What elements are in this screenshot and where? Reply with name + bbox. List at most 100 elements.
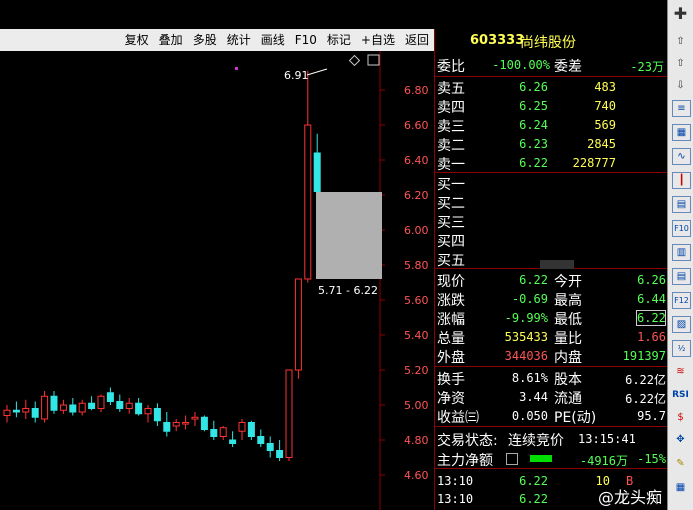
candle-body (31, 408, 39, 418)
plus-icon[interactable]: ✚ (672, 6, 689, 22)
arrow-down-icon[interactable]: ⇩ (672, 78, 689, 93)
f12-icon[interactable]: F12 (672, 292, 691, 309)
candle-body (247, 422, 255, 437)
candle-body (50, 395, 58, 411)
doc-icon[interactable]: ▥ (672, 244, 691, 261)
candle-body (229, 439, 237, 444)
main-flow-value: -4916万 (579, 454, 628, 468)
candle-body (257, 436, 265, 444)
tick-price: 6.22 (519, 474, 548, 488)
grid-icon[interactable]: ▦ (672, 124, 691, 141)
candle-body (69, 404, 77, 413)
wave-icon[interactable]: ≋ (672, 364, 689, 379)
main-flow-label: 主力净额 (437, 453, 493, 469)
marker-dot (235, 67, 238, 70)
range-box (316, 192, 382, 279)
main-flow-bar (530, 455, 552, 462)
zuidi-value: 6.22 (636, 310, 666, 326)
divider-4 (435, 366, 667, 367)
rsi-icon[interactable]: RSI (672, 388, 689, 403)
right-toolbar: ✚ ⇧ ⇧ ⇩ ≡ ▦ ∿ ┃ ▤ F10 ▥ ▤ F12 ▨ ½ ≋ RSI … (667, 0, 693, 510)
pencil-icon[interactable]: ✎ (672, 456, 689, 471)
money-icon[interactable]: $ (672, 410, 689, 425)
candle-body (172, 422, 180, 427)
sell-level-price: 6.22 (519, 156, 548, 170)
table-icon[interactable]: ▤ (672, 196, 691, 213)
tick-time: 13:10 (437, 474, 474, 488)
tick-price: 6.22 (519, 492, 548, 506)
candle-body (59, 404, 67, 411)
line-chart-icon[interactable]: ∿ (672, 148, 691, 165)
candle-body (116, 401, 124, 409)
zongliang-label: 总量 (437, 331, 465, 347)
sell-level-price: 6.23 (519, 137, 548, 151)
y-tick-label: 5.20 (404, 364, 429, 377)
ratio-icon[interactable]: ½ (672, 340, 691, 357)
high-marker-label: 6.91 (284, 69, 309, 82)
buy-level-label: 买一 (437, 177, 465, 193)
sell-level-volume: 2845 (587, 137, 616, 151)
toolbar-huaxian[interactable]: 画线 (256, 29, 290, 51)
move-icon[interactable]: ✥ (672, 432, 689, 447)
candle-body (125, 402, 133, 409)
y-tick-label: 6.60 (404, 119, 429, 132)
candle-body (106, 392, 114, 402)
y-tick-label: 4.80 (404, 434, 429, 447)
jingzi-value: 3.44 (519, 390, 548, 404)
diamond-icon (348, 54, 361, 67)
arrow-up-icon[interactable]: ⇧ (672, 56, 689, 71)
y-tick-label: 6.40 (404, 154, 429, 167)
zuigao-label: 最高 (554, 293, 582, 309)
toolbar-tongji[interactable]: 统计 (222, 29, 256, 51)
candle-body (200, 416, 208, 430)
xianjia-value: 6.22 (519, 273, 548, 287)
kline-icon[interactable]: ┃ (672, 172, 691, 189)
chart-icon[interactable]: ▨ (672, 316, 691, 333)
toolbar-f10[interactable]: F10 (290, 29, 322, 51)
pe-label: PE(动) (554, 410, 597, 426)
jingzi-label: 净资 (437, 391, 465, 407)
list-icon[interactable]: ≡ (672, 100, 691, 117)
neipan-label: 内盘 (554, 350, 582, 366)
f10-icon[interactable]: F10 (672, 220, 691, 237)
guben-value: 6.22亿 (625, 373, 666, 387)
buy-level-label: 买四 (437, 234, 465, 250)
arrow-up-icon[interactable]: ⇧ (672, 34, 689, 49)
sell-level-label: 卖三 (437, 119, 465, 135)
candle-body (285, 369, 293, 458)
grid-icon[interactable]: ▦ (672, 480, 689, 495)
doc-icon[interactable]: ▤ (672, 268, 691, 285)
sell-level-price: 6.25 (519, 99, 548, 113)
waipan-label: 外盘 (437, 350, 465, 366)
tick-time: 13:10 (437, 492, 474, 506)
toolbar-fuquan[interactable]: 复权 (120, 29, 154, 51)
toolbar-diejia[interactable]: 叠加 (154, 29, 188, 51)
candle-body (182, 422, 190, 425)
main-flow-detail-icon[interactable] (506, 453, 518, 465)
liutong-value: 6.22亿 (625, 392, 666, 406)
candles (3, 70, 321, 461)
sell-level-label: 卖四 (437, 100, 465, 116)
top-bar (0, 0, 667, 29)
y-tick-label: 6.20 (404, 189, 429, 202)
toolbar-back[interactable]: 返回 (400, 29, 434, 51)
candle-body (41, 395, 49, 420)
sell-level-volume: 228777 (572, 156, 616, 170)
webi-label: 委比 (437, 59, 465, 75)
toolbar-add-watchlist[interactable]: +自选 (356, 29, 400, 51)
y-tick-label: 6.80 (404, 84, 429, 97)
toolbar-duogu[interactable]: 多股 (188, 29, 222, 51)
sell-level-volume: 740 (594, 99, 616, 113)
y-tick-label: 5.40 (404, 329, 429, 342)
sell-level-volume: 569 (594, 118, 616, 132)
shouyi-value: 0.050 (511, 409, 548, 423)
trade-status-value: 连续竞价 (508, 433, 564, 449)
xianjia-label: 现价 (437, 274, 465, 290)
collapse-tab[interactable] (540, 260, 574, 269)
toolbar-biaoji[interactable]: 标记 (322, 29, 356, 51)
zuidi-label: 最低 (554, 312, 582, 328)
huanshou-value: 8.61% (511, 371, 548, 385)
sell-level-volume: 483 (594, 80, 616, 94)
kline-chart[interactable]: 6.80 6.60 6.40 6.20 6.00 5.80 5.60 5.40 5.20 5.00… (0, 51, 434, 510)
jinkai-label: 今开 (554, 274, 582, 290)
